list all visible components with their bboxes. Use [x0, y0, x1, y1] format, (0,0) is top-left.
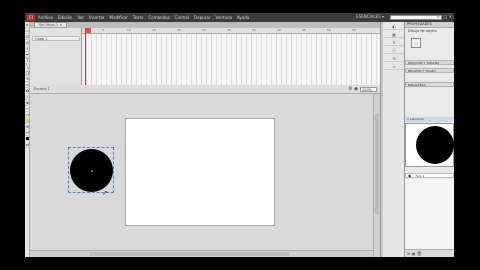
vertical-scroll-thumb[interactable] — [375, 114, 379, 214]
ruler-label: 35 — [252, 28, 256, 32]
transform-point — [91, 170, 93, 172]
fill-stroke-section[interactable]: RELLENO Y TRAZO — [405, 68, 454, 73]
menu-debug[interactable]: Depurar — [194, 15, 210, 20]
flash-app-window: Fl Archivo Edición Ver Insertar Modifica… — [25, 13, 454, 257]
shape-icon: ◯ — [411, 38, 421, 48]
ruler-label: 5 — [102, 28, 104, 32]
window-controls[interactable]: — □ ✕ — [438, 14, 452, 19]
layer-row[interactable]: Capa 1 — [32, 36, 80, 41]
transform-panel-icon[interactable]: ⟲ — [384, 55, 404, 62]
horizontal-scrollbar[interactable] — [30, 250, 373, 257]
library-preview — [405, 123, 454, 167]
edit-bar: Escena 1 ⚙ ◆ 100% — [30, 85, 380, 94]
motion-presets-icon[interactable]: ≈ — [384, 63, 404, 70]
fill-color-swatch[interactable] — [26, 137, 29, 141]
menu-insert[interactable]: Insertar — [89, 15, 105, 20]
menu-file[interactable]: Archivo — [38, 15, 53, 20]
menu-view[interactable]: Ver — [77, 15, 84, 20]
horizontal-scroll-thumb[interactable] — [90, 252, 290, 256]
collapsed-panels: ◐ ▦ ⫴ ⓘ ⟲ ≈ — [383, 22, 405, 257]
timeline-ruler[interactable]: 5 10 15 20 25 30 35 40 45 50 55 — [82, 28, 380, 34]
ruler-label: 40 — [277, 28, 281, 32]
menu-control[interactable]: Control — [175, 15, 189, 20]
pasteboard[interactable]: ➚ — [30, 94, 373, 257]
menu-edit[interactable]: Edición — [58, 15, 72, 20]
symbol-icon: ◆ — [408, 173, 412, 178]
ruler-label: 30 — [227, 28, 231, 32]
menu-window[interactable]: Ventana — [216, 15, 232, 20]
menu-modify[interactable]: Modificar — [110, 15, 128, 20]
menu-help[interactable]: Ayuda — [237, 15, 249, 20]
ruler-label: 25 — [202, 28, 206, 32]
vertical-scrollbar[interactable] — [373, 94, 380, 257]
ruler-label: 10 — [127, 28, 131, 32]
library-list — [405, 179, 454, 257]
stage-canvas[interactable] — [125, 118, 275, 226]
black-circle-shape[interactable] — [70, 149, 113, 192]
help-search-input[interactable] — [390, 15, 442, 20]
align-panel-icon[interactable]: ⫴ — [384, 39, 404, 46]
info-panel-icon[interactable]: ⓘ — [384, 47, 404, 54]
playhead-handle[interactable] — [86, 28, 91, 33]
menu-text[interactable]: Texto — [133, 15, 144, 20]
menu-bar: Fl Archivo Edición Ver Insertar Modifica… — [25, 13, 454, 22]
workspace-switcher[interactable]: ESENCIALES ▾ — [356, 14, 384, 19]
swatches-panel-icon[interactable]: ▦ — [384, 31, 404, 38]
scene-breadcrumb[interactable]: Escena 1 — [34, 87, 50, 91]
ruler-label: 15 — [152, 28, 156, 32]
properties-object-type: Dibujo de objeto — [408, 29, 437, 33]
color-panel-icon[interactable]: ◐ — [384, 23, 404, 30]
mouse-cursor-icon: ➚ — [102, 189, 108, 197]
selected-circle-object[interactable] — [68, 147, 114, 193]
library-toolbar: ⊞ ▣ 🗑 — [405, 249, 454, 257]
ruler-label: 55 — [352, 28, 356, 32]
ruler-label: 45 — [302, 28, 306, 32]
app-logo: Fl — [27, 14, 35, 21]
ruler-label: 50 — [327, 28, 331, 32]
library-item-count: 1 elemento — [405, 117, 454, 122]
library-item-name: Sím 1 — [416, 174, 425, 178]
library-header[interactable]: BIBLIOTECA — [405, 82, 454, 87]
library-item[interactable]: ◆ Sím 1 — [405, 173, 454, 178]
edit-symbols-icon[interactable]: ⚙ ◆ — [348, 86, 358, 92]
position-size-section[interactable]: POSICIÓN Y TAMAÑO — [405, 60, 454, 65]
zoom-select[interactable]: 100% — [360, 87, 377, 92]
preview-circle-shape — [416, 126, 454, 164]
ruler-label: 20 — [177, 28, 181, 32]
menu-commands[interactable]: Comandos — [148, 15, 169, 20]
